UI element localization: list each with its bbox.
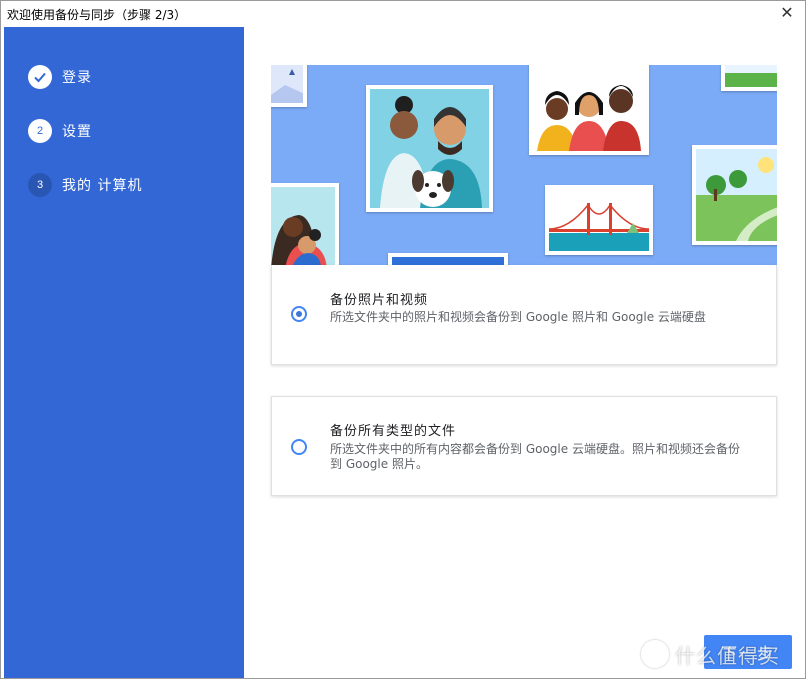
photos-illustration [271, 65, 777, 265]
photo-family [366, 85, 493, 212]
option-photos-videos[interactable]: 备份照片和视频 所选文件夹中的照片和视频会备份到 Google 照片和 Goog… [271, 265, 777, 365]
photo-bridge [545, 185, 653, 255]
option-title: 备份照片和视频 [330, 293, 429, 308]
photo-field [721, 65, 777, 91]
step-label: 设置 [62, 124, 92, 140]
steps-sidebar: 登录 2 设置 3 我的 计算机 [4, 27, 244, 678]
window-title: 欢迎使用备份与同步（步骤 2/3） [7, 8, 187, 22]
title-bar: 欢迎使用备份与同步（步骤 2/3） ✕ [1, 1, 805, 27]
photo-mountain [271, 65, 307, 107]
radio-all-files[interactable] [291, 439, 307, 455]
photo-partial [388, 253, 508, 265]
photo-landscape [692, 145, 777, 245]
step-sign-in: 登录 [28, 65, 92, 89]
radio-photos-videos[interactable] [291, 306, 307, 322]
step-my-computer: 3 我的 计算机 [28, 173, 142, 197]
watermark-text: 什么值得买 [675, 643, 780, 668]
step-label: 登录 [62, 70, 92, 86]
option-all-files[interactable]: 备份所有类型的文件 所选文件夹中的所有内容都会备份到 Google 云端硬盘。照… [271, 396, 777, 496]
close-icon[interactable]: ✕ [777, 3, 797, 23]
option-title: 备份所有类型的文件 [330, 424, 457, 439]
step-label: 我的 计算机 [62, 178, 143, 194]
step-number: 3 [28, 173, 52, 197]
watermark: 值 什么值得买 [641, 639, 801, 669]
watermark-logo: 值 [641, 640, 669, 668]
backup-sync-window: 欢迎使用备份与同步（步骤 2/3） ✕ 登录 2 设置 3 我的 计算机 备份照… [0, 0, 806, 679]
photo-girl [271, 183, 339, 265]
step-settings: 2 设置 [28, 119, 92, 143]
option-description: 所选文件夹中的所有内容都会备份到 Google 云端硬盘。照片和视频还会备份到 … [330, 442, 740, 471]
option-description: 所选文件夹中的照片和视频会备份到 Google 照片和 Google 云端硬盘 [330, 310, 706, 324]
photo-friends [529, 65, 649, 155]
check-icon [28, 65, 52, 89]
step-number: 2 [28, 119, 52, 143]
